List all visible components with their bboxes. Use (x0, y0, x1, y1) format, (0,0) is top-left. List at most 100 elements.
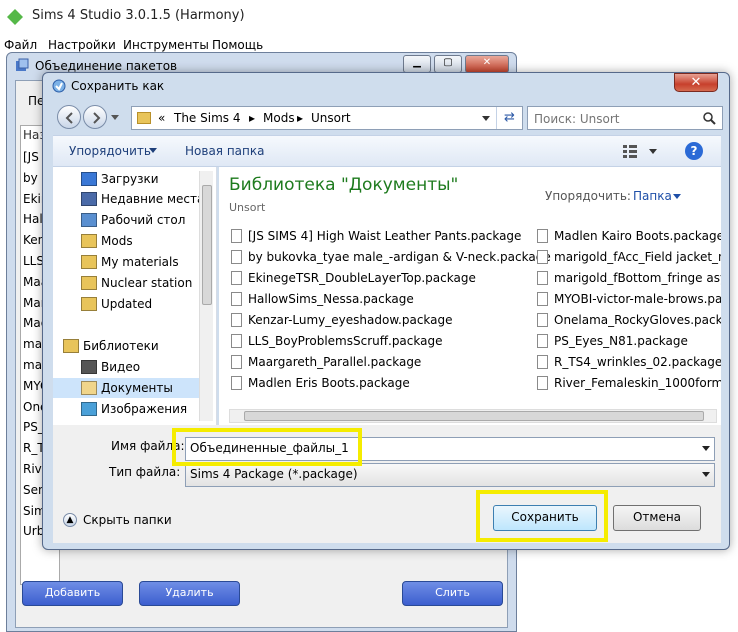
nav-item[interactable]: Загрузки (53, 169, 201, 189)
merge-button[interactable]: Слить (402, 581, 503, 606)
view-dropdown-icon[interactable] (649, 149, 657, 154)
forward-button[interactable] (83, 105, 107, 129)
nav-item[interactable]: Updated (53, 294, 201, 314)
nav-item-label: Библиотеки (83, 339, 159, 353)
new-folder-button[interactable]: Новая папка (185, 144, 264, 158)
arrange-value[interactable]: Папка (633, 189, 672, 203)
hide-folders-button[interactable]: Скрыть папки (83, 513, 172, 527)
menu-settings[interactable]: Настройки (48, 38, 116, 52)
nav-item[interactable]: Рабочий стол (53, 210, 201, 230)
back-arrow-icon (65, 112, 73, 124)
menu-file[interactable]: Файл (4, 38, 37, 52)
view-icon[interactable] (623, 144, 637, 158)
arrange-dropdown-icon[interactable] (673, 194, 681, 199)
close-button[interactable]: ✕ (465, 55, 509, 73)
file-icon (231, 271, 242, 285)
nav-item[interactable]: My materials (53, 252, 201, 272)
nav-item[interactable]: Видео (53, 357, 201, 377)
filetype-dropdown-icon[interactable] (702, 472, 710, 477)
filetype-select[interactable]: Sims 4 Package (*.package) (185, 463, 715, 487)
save-as-dialog: Сохранить как ✕ « The Sims 4 ▸ Mods ▸ Un… (42, 72, 730, 550)
refresh-icon[interactable]: ⇄ (496, 107, 522, 129)
filetype-label: Тип файла: (109, 465, 181, 479)
search-box[interactable] (527, 106, 723, 130)
nav-item-label: Updated (101, 297, 153, 311)
folder-icon (81, 297, 97, 311)
menu-tools[interactable]: Инструменты (123, 38, 209, 52)
navigation-pane: Загрузки Недавние места Рабочий стол Mods My… (53, 167, 217, 425)
breadcrumb-sep-1: ▸ (249, 111, 256, 125)
file-icon (231, 334, 242, 348)
minimize-button[interactable]: ▁ (403, 55, 431, 73)
horizontal-scrollbar-thumb[interactable] (244, 411, 704, 421)
search-icon[interactable] (702, 111, 716, 125)
file-icon (537, 334, 548, 348)
app-icon (6, 8, 24, 26)
cancel-button[interactable]: Отмена (613, 505, 701, 531)
libraries-icon (63, 339, 79, 353)
file-name: Madlen Eris Boots.package (248, 376, 410, 390)
nav-item-label: Видео (101, 360, 141, 374)
file-name: R_TS4_wrinkles_02.package (554, 355, 721, 369)
downloads-icon (81, 172, 97, 186)
add-button[interactable]: Добавить (22, 581, 123, 606)
breadcrumb-mods[interactable]: Mods (263, 111, 295, 125)
breadcrumb-the-sims-4[interactable]: The Sims 4 (174, 111, 240, 125)
breadcrumb-overflow[interactable]: « (158, 111, 165, 125)
address-bar[interactable]: « The Sims 4 ▸ Mods ▸ Unsort ⇄ (131, 106, 523, 130)
nav-scrollbar[interactable] (199, 171, 213, 421)
nav-item-label: My materials (101, 255, 179, 269)
nav-item[interactable]: Mods (53, 231, 201, 251)
breadcrumb-unsort[interactable]: Unsort (311, 111, 351, 125)
library-title: Библиотека "Документы" (229, 175, 459, 195)
hide-folders-icon[interactable]: ▲ (63, 513, 77, 527)
search-input[interactable] (532, 109, 696, 128)
merge-window-title: Объединение пакетов (35, 59, 178, 73)
file-name: by bukovka_tyae male_-ardigan & V-neck.p… (248, 250, 551, 264)
menu-help[interactable]: Помощь (212, 38, 263, 52)
nav-item-label: Документы (101, 381, 173, 395)
nav-item[interactable]: Документы (53, 378, 201, 398)
video-icon (81, 360, 97, 374)
nav-item[interactable]: Nuclear station (53, 273, 201, 293)
filetype-value[interactable]: Sims 4 Package (*.package) (190, 467, 358, 481)
back-button[interactable] (57, 105, 81, 129)
filename-highlight (172, 428, 362, 466)
address-dropdown-icon[interactable] (482, 116, 490, 121)
breadcrumb-sep-2: ▸ (297, 111, 304, 125)
file-name: Onelama_RockyGloves.package (554, 313, 721, 327)
file-name: Madlen Kairo Boots.package (554, 229, 721, 243)
help-icon[interactable]: ? (685, 142, 703, 160)
filename-dropdown-icon[interactable] (702, 446, 710, 451)
app-title: Sims 4 Studio 3.0.1.5 (Harmony) (32, 8, 245, 23)
dialog-toolbar: Упорядочить Новая папка ? (53, 135, 721, 167)
organize-button[interactable]: Упорядочить (69, 144, 151, 158)
nav-scrollbar-thumb[interactable] (202, 185, 212, 305)
file-name: marigold_fAcc_Field jacket_necklace.pack… (554, 250, 721, 264)
history-dropdown-icon[interactable] (111, 115, 119, 120)
delete-button[interactable]: Удалить (139, 581, 240, 606)
file-name: Kenzar-Lumy_eyeshadow.package (248, 313, 453, 327)
folder-icon (81, 276, 97, 290)
file-name: [JS SIMS 4] High Waist Leather Pants.pac… (248, 229, 522, 243)
file-icon (537, 355, 548, 369)
documents-icon (81, 381, 97, 395)
file-icon (231, 229, 242, 243)
nav-item-label: Недавние места (101, 192, 205, 206)
file-name: EkinegeTSR_DoubleLayerTop.package (248, 271, 476, 285)
file-name: Maargareth_Parallel.package (248, 355, 422, 369)
file-name: marigold_fBottom_fringe asymmetric.packa… (554, 271, 721, 285)
dialog-close-button[interactable]: ✕ (674, 73, 718, 92)
maximize-button[interactable]: ▢ (434, 55, 462, 73)
save-button-highlight (476, 490, 608, 542)
nav-item[interactable]: Изображения (53, 399, 201, 419)
file-icon (537, 229, 548, 243)
nav-item[interactable]: Недавние места (53, 189, 205, 209)
file-icon (231, 313, 242, 327)
file-name: LLS_BoyProblemsScruff.package (248, 334, 443, 348)
library-subtitle: Unsort (229, 201, 266, 214)
nav-item[interactable]: Библиотеки (53, 336, 183, 356)
nav-item-label: Изображения (101, 402, 188, 416)
desktop-icon (81, 213, 97, 227)
horizontal-scrollbar[interactable] (229, 409, 717, 423)
